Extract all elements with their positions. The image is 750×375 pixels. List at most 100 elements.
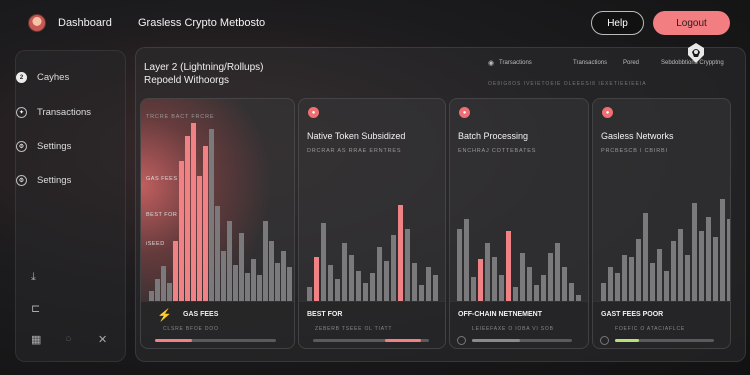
sparkle-circle-icon: ✦ — [16, 107, 27, 118]
chart-bar — [269, 241, 274, 301]
chart-bar — [692, 203, 697, 301]
card-fees[interactable]: TRCRE BACT FRCRE GAS FEES BEST FOR iSEED… — [140, 98, 295, 349]
chart-bar — [608, 267, 613, 301]
progress-fill — [155, 339, 192, 342]
progress-fill — [472, 339, 520, 342]
chart-bar — [657, 249, 662, 301]
footer-sub: FOEFIC O ATACIAFLCE — [615, 326, 686, 332]
chart-bar — [209, 129, 214, 301]
chart-bar — [671, 241, 676, 301]
chart-bar — [263, 221, 268, 301]
chart-bar — [167, 283, 172, 301]
chart-bar — [349, 255, 354, 301]
numbered-circle-icon: 2 — [16, 72, 27, 83]
card-gasless-networks[interactable]: ● Gasless Networks PRCBESCB I CBIRBI GAS… — [592, 98, 731, 349]
chart-bar — [405, 229, 410, 301]
chart-bar — [555, 243, 560, 301]
chart-bar — [287, 267, 292, 301]
chart-bar — [173, 241, 178, 301]
chart-bar — [185, 136, 190, 301]
chart-bar — [384, 261, 389, 301]
chart-bar — [622, 255, 627, 301]
help-button[interactable]: Help — [591, 11, 644, 35]
chart-bar — [328, 265, 333, 301]
chart-bar — [513, 287, 518, 301]
progress-fill — [615, 339, 639, 342]
sidebar-item-settings[interactable]: ⚙ Settings — [16, 141, 71, 152]
footer-label: GAST FEES POOR — [601, 311, 664, 318]
card-native-token[interactable]: ● Native Token Subsidized DRCRAR AS RRAE… — [298, 98, 446, 349]
chart-bar — [562, 267, 567, 301]
chart-bar — [239, 233, 244, 301]
footer-sub: LEIEEFAXE O IOBA VI SOB — [472, 326, 554, 332]
card-badge-icon: ● — [602, 107, 613, 118]
tab-trarsactions[interactable]: Trarsactions — [499, 60, 532, 66]
footer-label: GAS FEES — [183, 311, 219, 318]
chart-bar — [275, 263, 280, 301]
sidebar-item-label: Settings — [37, 175, 72, 186]
logout-button[interactable]: Logout — [653, 11, 730, 35]
download-icon[interactable]: ⤓ — [31, 271, 36, 284]
chart-bar — [629, 257, 634, 301]
chart-bar — [426, 267, 431, 301]
chart-bar — [179, 161, 184, 301]
page-title: Grasless Crypto Metbosto — [138, 17, 266, 29]
brand-logo — [28, 14, 46, 32]
sidebar-item-transactions[interactable]: ✦ Transactions — [16, 107, 91, 118]
chart-bar — [727, 219, 730, 301]
card-footer: ⚡ GAS FEES CLSRE BFOE DOO — [141, 301, 294, 348]
card-footer: BEST FOR ZEBERB TSEEE OL TIATT — [299, 301, 445, 348]
chart-bar — [457, 229, 462, 301]
chart-bar — [720, 199, 725, 301]
chart-bar — [433, 275, 438, 301]
section-subtitle: Repoeld Withoorgs — [144, 75, 230, 86]
chart-bar — [685, 255, 690, 301]
sidebar-item-cayhes[interactable]: 2 Cayhes — [16, 72, 69, 83]
tab-transactions[interactable]: Transactions — [573, 60, 607, 66]
chart-bar — [161, 266, 166, 301]
sidebar-item-settings-2[interactable]: ⚙ Settings — [16, 175, 71, 186]
document-icon[interactable]: ⊏ — [31, 302, 40, 315]
chart-bar — [370, 273, 375, 301]
chart-bar — [471, 277, 476, 301]
radio-icon[interactable] — [600, 336, 609, 345]
radio-icon[interactable] — [457, 336, 466, 345]
chart-bar — [699, 231, 704, 301]
tab-pored[interactable]: Pored — [623, 60, 639, 66]
chart-bar — [155, 279, 160, 301]
grid-icon[interactable]: ▦ — [31, 333, 41, 346]
chart-bar — [713, 237, 718, 301]
chart-bar — [356, 271, 361, 301]
chart-bar — [643, 213, 648, 301]
chart-bar — [191, 123, 196, 301]
chart-bar — [245, 273, 250, 301]
chart-bar — [615, 273, 620, 301]
bar-chart — [299, 121, 445, 301]
chart-bar — [398, 205, 403, 301]
sidebar-item-label: Transactions — [37, 107, 92, 118]
footer-sub: CLSRE BFOE DOO — [163, 326, 219, 332]
chart-bar — [527, 267, 532, 301]
bar-chart — [141, 121, 294, 301]
chart-bar — [377, 247, 382, 301]
brand[interactable]: Dashboard — [28, 14, 112, 32]
section-title: Layer 2 (Lightning/Rollups) — [144, 62, 264, 73]
chart-bar — [492, 257, 497, 301]
close-icon[interactable]: ✕ — [98, 333, 107, 346]
card-batch-processing[interactable]: ● Batch Processing ENCHRAJ COTTEBATES OF… — [449, 98, 589, 349]
chart-bar — [499, 275, 504, 301]
chart-bar — [314, 257, 319, 301]
gear-icon: ⚙ — [16, 141, 27, 152]
gear-icon: ⚙ — [16, 175, 27, 186]
chart-bar — [548, 253, 553, 301]
bar-chart — [593, 121, 730, 301]
chart-bar — [506, 231, 511, 301]
sidebar-item-label: Cayhes — [37, 72, 70, 83]
footer-label: BEST FOR — [307, 311, 343, 318]
chart-bar — [251, 259, 256, 301]
chart-bar — [197, 176, 202, 301]
chart-bar — [203, 146, 208, 301]
chart-bar — [257, 275, 262, 301]
chart-bar — [342, 243, 347, 301]
circle-icon[interactable]: ○ — [65, 333, 72, 345]
